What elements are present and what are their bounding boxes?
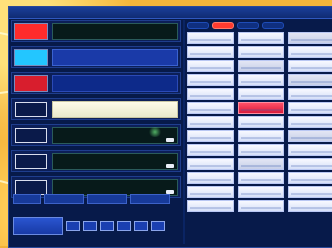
tab-4[interactable]	[262, 21, 284, 29]
grid-cell[interactable]	[187, 144, 234, 156]
grid-cell[interactable]	[288, 116, 332, 128]
grid-cell[interactable]	[237, 74, 285, 86]
grid-cell[interactable]	[237, 144, 285, 156]
panel-divider	[183, 20, 185, 244]
strip-content	[52, 49, 178, 66]
controls-row	[11, 192, 181, 206]
strip-row-2[interactable]	[11, 46, 181, 68]
grid-cell[interactable]	[187, 102, 234, 114]
small-action-button[interactable]	[151, 221, 165, 231]
left-panel	[11, 20, 181, 244]
grid-cell[interactable]	[237, 116, 285, 128]
grid-cell[interactable]	[237, 130, 285, 142]
color-swatch	[14, 49, 48, 66]
grid-cell[interactable]	[288, 102, 332, 114]
strip-label-box	[15, 128, 47, 143]
color-swatch	[14, 75, 48, 92]
grid-cell[interactable]	[288, 74, 332, 86]
control-slot[interactable]	[130, 194, 170, 204]
strip-content	[52, 153, 178, 170]
strip-row-4[interactable]	[11, 98, 181, 120]
strip-content	[52, 75, 178, 92]
grid-cell[interactable]	[237, 60, 285, 72]
small-action-button[interactable]	[66, 221, 80, 231]
grid-cell[interactable]	[187, 32, 234, 44]
grid-cell[interactable]	[288, 130, 332, 142]
tab-strip	[187, 20, 332, 30]
grid-cell[interactable]	[288, 46, 332, 58]
grid-cell[interactable]	[237, 102, 285, 114]
grid-cell[interactable]	[237, 186, 285, 198]
right-panel	[187, 20, 332, 244]
grid-cell[interactable]	[237, 172, 285, 184]
grid-cell[interactable]	[237, 200, 285, 212]
strip-row-1[interactable]	[11, 20, 181, 42]
strip-row-6[interactable]	[11, 150, 181, 172]
color-swatch	[14, 23, 48, 40]
grid-cell[interactable]	[288, 172, 332, 184]
grid-cell[interactable]	[187, 116, 234, 128]
control-slot[interactable]	[44, 194, 84, 204]
small-action-button[interactable]	[83, 221, 97, 231]
strip-row-3[interactable]	[11, 72, 181, 94]
small-action-button[interactable]	[100, 221, 114, 231]
tab-1[interactable]	[187, 21, 209, 29]
status-glow	[148, 127, 162, 137]
grid-cell[interactable]	[288, 186, 332, 198]
grid-cell[interactable]	[237, 88, 285, 100]
strip-label-box	[15, 102, 47, 117]
grid-cell[interactable]	[187, 46, 234, 58]
value-grid	[187, 32, 332, 232]
title-bar	[9, 7, 332, 19]
small-action-button[interactable]	[134, 221, 148, 231]
control-slot[interactable]	[87, 194, 127, 204]
app-window	[8, 6, 332, 248]
grid-cell[interactable]	[187, 200, 234, 212]
grid-cell[interactable]	[237, 158, 285, 170]
grid-cell[interactable]	[288, 200, 332, 212]
grid-cell[interactable]	[237, 46, 285, 58]
grid-cell[interactable]	[187, 186, 234, 198]
strip-content	[52, 101, 178, 118]
bottom-controls	[11, 215, 181, 237]
strip-content	[52, 23, 178, 40]
grid-cell[interactable]	[187, 88, 234, 100]
grid-cell[interactable]	[187, 172, 234, 184]
mini-indicator	[166, 138, 174, 142]
strip-label-box	[15, 154, 47, 169]
grid-cell[interactable]	[288, 88, 332, 100]
grid-cell[interactable]	[187, 158, 234, 170]
small-action-button[interactable]	[117, 221, 131, 231]
tab-2[interactable]	[212, 21, 234, 29]
grid-cell[interactable]	[288, 32, 332, 44]
grid-cell[interactable]	[187, 60, 234, 72]
primary-action-button[interactable]	[13, 217, 63, 235]
tab-3[interactable]	[237, 21, 259, 29]
grid-cell[interactable]	[237, 32, 285, 44]
grid-cell[interactable]	[288, 158, 332, 170]
mini-indicator	[166, 164, 174, 168]
grid-cell[interactable]	[187, 130, 234, 142]
grid-cell[interactable]	[288, 60, 332, 72]
grid-cell[interactable]	[187, 74, 234, 86]
control-slot[interactable]	[13, 194, 41, 204]
grid-cell[interactable]	[288, 144, 332, 156]
strip-row-5[interactable]	[11, 124, 181, 146]
